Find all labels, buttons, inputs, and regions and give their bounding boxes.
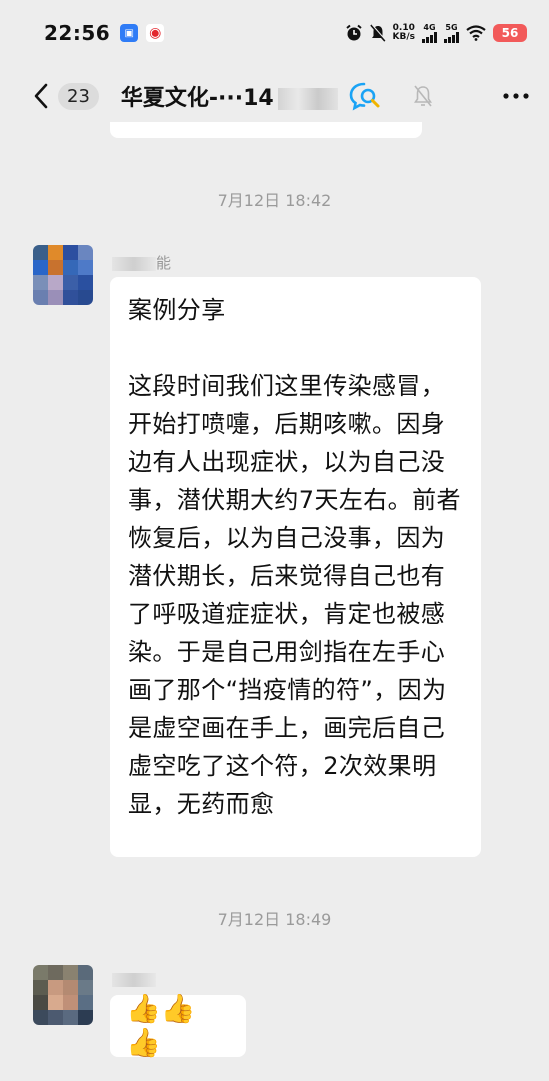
previous-message-card <box>110 122 422 138</box>
more-icon[interactable] <box>502 92 530 100</box>
back-button[interactable]: 23 <box>34 82 99 110</box>
weibo-icon: ◉ <box>146 24 165 42</box>
header-actions <box>348 81 530 111</box>
message-timestamp: 7月12日 18:42 <box>217 191 332 210</box>
status-time: 22:56 <box>44 21 111 45</box>
signal-5g-label: 5G <box>445 22 458 32</box>
signal-4g-label: 4G <box>423 22 436 32</box>
alarm-icon <box>345 24 362 41</box>
net-speed: 0.10 KB/s <box>393 24 415 42</box>
avatar[interactable] <box>33 965 93 1025</box>
chat-header: 23 华夏文化-···14 <box>0 66 549 126</box>
avatar[interactable] <box>33 245 93 305</box>
chat-screen: 22:56 ▣ ◉ 0.10 KB/s 4G 5G 56 23 华夏文化-···… <box>0 0 549 1081</box>
message-bubble[interactable]: 案例分享 这段时间我们这里传染感冒，开始打喷嚏，后期咳嗽。因身边有人出现症状，以… <box>110 277 481 857</box>
unread-count-badge: 23 <box>58 82 99 110</box>
sender-name <box>112 970 156 988</box>
silent-icon <box>369 24 386 42</box>
status-app-icons: ▣ ◉ <box>120 24 165 42</box>
sender-name-visible: 能 <box>156 254 172 272</box>
sender-name: 能 <box>112 252 171 273</box>
chat-title: 华夏文化-···14 <box>121 80 338 112</box>
status-indicators: 0.10 KB/s 4G 5G 56 <box>345 22 527 43</box>
mute-bell-icon[interactable] <box>412 84 434 108</box>
signal-5g: 5G <box>444 22 459 43</box>
redacted-title-part <box>277 88 338 110</box>
net-speed-unit: KB/s <box>392 32 415 42</box>
wifi-icon <box>466 25 486 41</box>
battery-indicator: 56 <box>493 24 527 42</box>
message-body: 这段时间我们这里传染感冒，开始打喷嚏，后期咳嗽。因身边有人出现症状，以为自己没事… <box>128 372 461 818</box>
chat-title-text: 华夏文化-···14 <box>120 86 274 111</box>
chat-search-icon[interactable] <box>348 81 382 111</box>
redacted-name <box>112 972 156 987</box>
tv-app-icon: ▣ <box>120 24 139 42</box>
message-bubble[interactable]: 👍👍👍 <box>110 992 246 1059</box>
status-bar: 22:56 ▣ ◉ 0.10 KB/s 4G 5G 56 <box>0 0 549 66</box>
signal-bars-icon <box>444 31 459 43</box>
redacted-name <box>112 256 156 271</box>
thumbs-up-emoji: 👍👍👍 <box>126 992 196 1059</box>
back-chevron-icon <box>34 83 48 109</box>
signal-bars-icon <box>422 31 437 43</box>
message-title: 案例分享 <box>128 296 226 324</box>
message-timestamp: 7月12日 18:49 <box>217 910 332 929</box>
signal-4g: 4G <box>422 22 437 43</box>
